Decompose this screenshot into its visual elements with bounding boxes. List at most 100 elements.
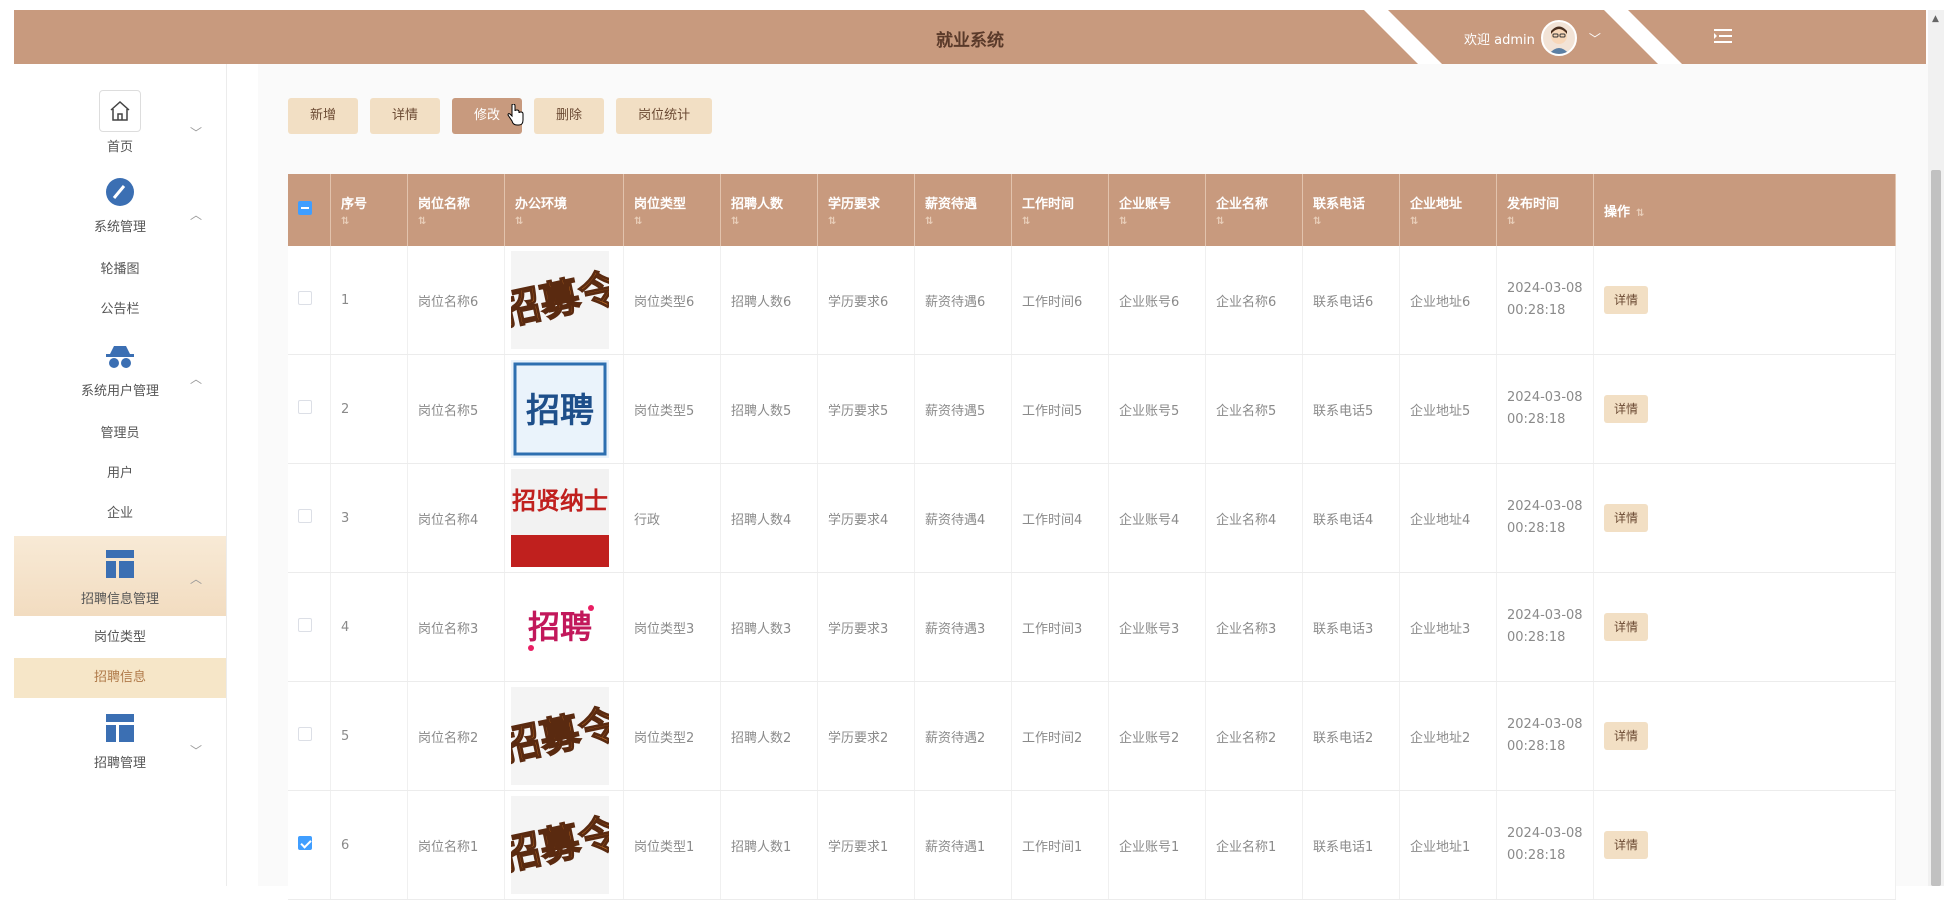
- action-cell: 详情: [1593, 572, 1896, 682]
- sort-icon: ⇅: [1119, 216, 1128, 227]
- hand-cursor-icon: [506, 103, 524, 130]
- table-cell: 岗位名称2: [407, 681, 505, 791]
- col-header[interactable]: 工作时间 ⇅: [1011, 174, 1109, 246]
- col-header[interactable]: 办公环境 ⇅: [504, 174, 624, 246]
- table-cell: 工作时间5: [1011, 354, 1109, 464]
- job-stats-button[interactable]: 岗位统计: [616, 98, 713, 134]
- table-cell: 4: [330, 572, 408, 682]
- col-header[interactable]: 薪资待遇 ⇅: [914, 174, 1012, 246]
- sidebar-item-recruit-mgmt[interactable]: 招聘管理 ﹀: [14, 708, 226, 780]
- col-header[interactable]: 学历要求 ⇅: [817, 174, 915, 246]
- sidebar-item-system-users[interactable]: 系统用户管理 ︿: [14, 336, 226, 408]
- row-detail-button[interactable]: 详情: [1604, 831, 1649, 859]
- table-cell: 企业地址1: [1399, 790, 1497, 900]
- table-cell: 岗位类型2: [623, 681, 721, 791]
- sort-icon: ⇅: [925, 216, 934, 227]
- row-detail-button[interactable]: 详情: [1604, 613, 1649, 641]
- select-all-checkbox[interactable]: [298, 201, 312, 215]
- row-select-cell: [288, 246, 331, 355]
- row-detail-button[interactable]: 详情: [1604, 395, 1649, 423]
- table-row[interactable]: 4 岗位名称3 招聘 岗位类型3 招聘人数3 学历要求3 薪资待遇3 工作时间3 企业账号3 企业…: [288, 572, 1896, 682]
- table-cell: 学历要求1: [817, 790, 915, 900]
- sidebar-item-user[interactable]: 用户: [14, 454, 226, 494]
- table-cell: 学历要求2: [817, 681, 915, 791]
- table-cell: 企业名称6: [1205, 246, 1303, 355]
- welcome-text: 欢迎 admin: [1464, 32, 1535, 48]
- add-button[interactable]: 新增: [288, 98, 359, 134]
- row-select-cell: [288, 681, 331, 791]
- table-cell: 岗位类型5: [623, 354, 721, 464]
- table-cell: 企业账号3: [1108, 572, 1206, 682]
- col-header[interactable]: 企业名称 ⇅: [1205, 174, 1303, 246]
- sidebar-item-home[interactable]: 首页 ﹀: [14, 90, 226, 162]
- menu-icon[interactable]: [1714, 28, 1734, 48]
- table-cell: 联系电话3: [1302, 572, 1400, 682]
- row-checkbox[interactable]: [298, 291, 312, 305]
- sidebar-item-job-type[interactable]: 岗位类型: [14, 618, 226, 658]
- sidebar-item-admin[interactable]: 管理员: [14, 414, 226, 454]
- table-row[interactable]: 6 岗位名称1 招募令 岗位类型1 招聘人数1 学历要求1 薪资待遇1 工作时间1 企业账号1 企…: [288, 790, 1896, 900]
- table-body: 1 岗位名称6 招募令 岗位类型6 招聘人数6 学历要求6 薪资待遇6 工作时间6 企业账号6 企…: [288, 246, 1896, 900]
- publish-date: 2024-03-08: [1507, 608, 1583, 623]
- col-header[interactable]: 企业账号 ⇅: [1108, 174, 1206, 246]
- layout-icon: [100, 544, 140, 584]
- chevron-down-icon[interactable]: ﹀: [1589, 30, 1601, 47]
- publish-time-cell: 2024-03-08 00:28:18: [1496, 572, 1594, 682]
- table-cell: 工作时间4: [1011, 463, 1109, 573]
- user-menu[interactable]: 欢迎 admin ﹀: [1464, 20, 1601, 56]
- table-row[interactable]: 1 岗位名称6 招募令 岗位类型6 招聘人数6 学历要求6 薪资待遇6 工作时间6 企业账号6 企…: [288, 246, 1896, 355]
- table-cell: 学历要求5: [817, 354, 915, 464]
- publish-date: 2024-03-08: [1507, 717, 1583, 732]
- chevron-down-icon: ﹀: [189, 126, 202, 140]
- col-header[interactable]: 发布时间 ⇅: [1496, 174, 1594, 246]
- sidebar-item-recruit-info-mgmt[interactable]: 招聘信息管理 ︿: [14, 536, 226, 616]
- detail-button[interactable]: 详情: [370, 98, 441, 134]
- table-cell: 企业名称2: [1205, 681, 1303, 791]
- col-header[interactable]: 岗位名称 ⇅: [407, 174, 505, 246]
- row-checkbox[interactable]: [298, 618, 312, 632]
- table-cell: 薪资待遇2: [914, 681, 1012, 791]
- scrollbar-thumb[interactable]: [1931, 170, 1941, 886]
- scroll-up-icon[interactable]: ▲: [1932, 14, 1939, 24]
- col-header[interactable]: 岗位类型 ⇅: [623, 174, 721, 246]
- sort-icon: ⇅: [634, 216, 643, 227]
- delete-button[interactable]: 删除: [534, 98, 605, 134]
- table-row[interactable]: 3 岗位名称4 招贤纳士 行政 招聘人数4 学历要求4 薪资待遇4 工作时间4 企业账号4 企业名…: [288, 463, 1896, 573]
- table-cell: 企业名称1: [1205, 790, 1303, 900]
- table-cell: 招聘人数5: [720, 354, 818, 464]
- sort-icon: ⇅: [1216, 216, 1225, 227]
- col-header[interactable]: 联系电话 ⇅: [1302, 174, 1400, 246]
- sidebar-item-company[interactable]: 企业: [14, 494, 226, 534]
- table-cell: 招聘人数6: [720, 246, 818, 355]
- table-row[interactable]: 2 岗位名称5 招聘 岗位类型5 招聘人数5 学历要求5 薪资待遇5 工作时间5 企业账号5 企业…: [288, 354, 1896, 464]
- row-detail-button[interactable]: 详情: [1604, 504, 1649, 532]
- publish-date: 2024-03-08: [1507, 281, 1583, 296]
- col-header[interactable]: 招聘人数 ⇅: [720, 174, 818, 246]
- publish-date: 2024-03-08: [1507, 390, 1583, 405]
- row-detail-button[interactable]: 详情: [1604, 722, 1649, 750]
- row-checkbox[interactable]: [298, 400, 312, 414]
- row-checkbox[interactable]: [298, 836, 312, 850]
- sidebar-item-carousel[interactable]: 轮播图: [14, 250, 226, 290]
- table-row[interactable]: 5 岗位名称2 招募令 岗位类型2 招聘人数2 学历要求2 薪资待遇2 工作时间2 企业账号2 企…: [288, 681, 1896, 791]
- col-header[interactable]: 操作 ⇅: [1593, 174, 1896, 246]
- sort-icon: ⇅: [731, 216, 740, 227]
- col-header[interactable]: 企业地址 ⇅: [1399, 174, 1497, 246]
- sidebar-item-notice[interactable]: 公告栏: [14, 290, 226, 330]
- table-cell: 学历要求4: [817, 463, 915, 573]
- row-checkbox[interactable]: [298, 509, 312, 523]
- col-header[interactable]: 序号 ⇅: [330, 174, 408, 246]
- office-image: 招聘: [511, 360, 617, 458]
- sidebar-item-recruit-info[interactable]: 招聘信息: [14, 658, 226, 698]
- sort-icon: ⇅: [1313, 216, 1322, 227]
- row-checkbox[interactable]: [298, 727, 312, 741]
- action-cell: 详情: [1593, 681, 1896, 791]
- table-cell: 行政: [623, 463, 721, 573]
- table-cell: 企业名称5: [1205, 354, 1303, 464]
- sidebar-item-label: 系统用户管理: [80, 384, 159, 399]
- table-cell: 企业账号2: [1108, 681, 1206, 791]
- sidebar-item-system[interactable]: 系统管理 ︿: [14, 172, 226, 244]
- table-cell: 薪资待遇6: [914, 246, 1012, 355]
- avatar[interactable]: [1540, 20, 1577, 56]
- row-detail-button[interactable]: 详情: [1604, 286, 1649, 314]
